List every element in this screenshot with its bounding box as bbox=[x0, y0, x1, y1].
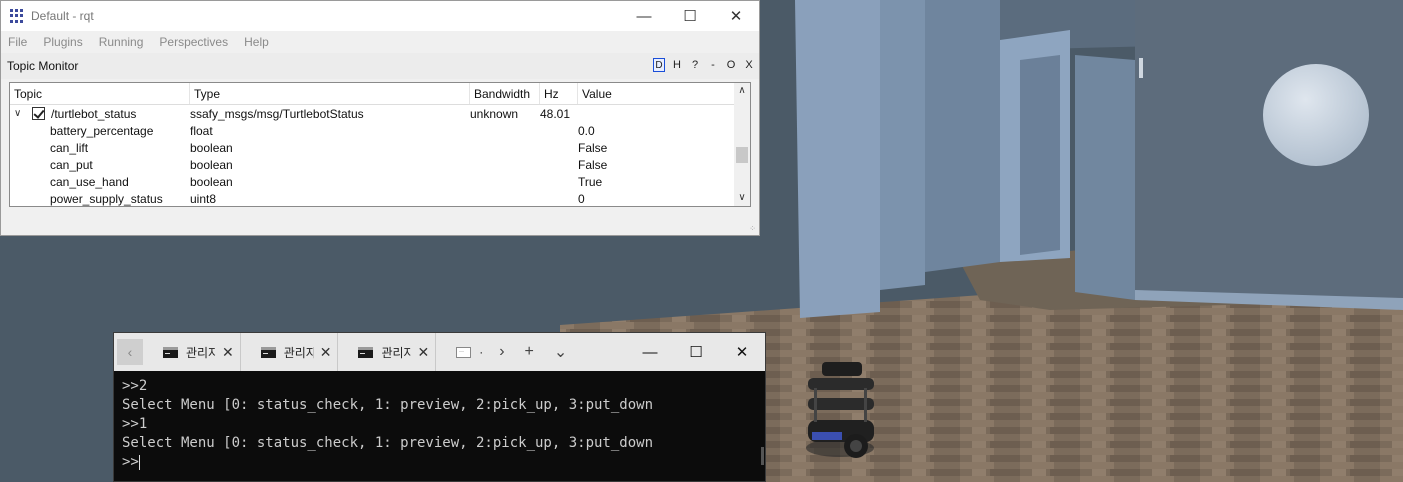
tab-close-icon[interactable]: ✕ bbox=[320, 344, 332, 361]
field-row[interactable]: can_lift boolean False bbox=[10, 139, 750, 156]
menu-perspectives[interactable]: Perspectives bbox=[159, 35, 228, 49]
tab-label: 관리자 bbox=[186, 345, 216, 360]
plugin-settings-button[interactable]: O bbox=[725, 58, 737, 72]
field-name: can_put bbox=[50, 157, 93, 172]
terminal-close-button[interactable]: ✕ bbox=[719, 333, 765, 371]
terminal-line: Select Menu [0: status_check, 1: preview… bbox=[122, 397, 654, 413]
sort-indicator-icon: ⌃ bbox=[96, 82, 104, 89]
terminal-tab[interactable]: 관리자 ✕ bbox=[241, 333, 339, 371]
menu-help[interactable]: Help bbox=[244, 35, 269, 49]
help-button[interactable]: ? bbox=[689, 58, 701, 72]
tab-close-icon[interactable]: ✕ bbox=[222, 344, 234, 361]
terminal-maximize-button[interactable]: ☐ bbox=[673, 333, 719, 371]
field-value: False bbox=[578, 157, 608, 172]
field-row[interactable]: power_supply_status uint8 0 bbox=[10, 190, 750, 206]
field-value: 0 bbox=[578, 191, 585, 206]
cmd-icon bbox=[358, 346, 374, 358]
topic-tree[interactable]: ⌃ Topic Type Bandwidth Hz Value ∨ /turtl… bbox=[9, 82, 751, 207]
field-row[interactable]: battery_percentage float 0.0 bbox=[10, 122, 750, 139]
terminal-tab[interactable]: 관리자 ✕ bbox=[338, 333, 437, 371]
terminal-prompt: >> bbox=[122, 454, 139, 470]
field-type: uint8 bbox=[190, 191, 217, 206]
tab-label: 관리자 bbox=[283, 345, 314, 360]
column-value[interactable]: Value bbox=[578, 83, 718, 104]
topic-bandwidth: unknown bbox=[470, 106, 519, 121]
tab-label: 관리자 bbox=[381, 345, 412, 360]
minimize-button[interactable]: — bbox=[621, 1, 667, 31]
rqt-window: Default - rqt — ☐ ✕ File Plugins Running… bbox=[0, 0, 760, 236]
terminal-tabbar[interactable]: ‹ 관리자 ✕ 관리자 ✕ 관리자 ✕ · › + ⌄ — ☐ ✕ bbox=[114, 333, 765, 371]
close-button[interactable]: ✕ bbox=[713, 1, 759, 31]
rqt-titlebar[interactable]: Default - rqt — ☐ ✕ bbox=[1, 1, 759, 31]
column-type[interactable]: Type bbox=[190, 83, 470, 104]
field-type: boolean bbox=[190, 140, 233, 155]
topic-checkbox[interactable] bbox=[32, 107, 45, 120]
field-value: 0.0 bbox=[578, 123, 595, 138]
topic-hz: 48.01 bbox=[540, 106, 571, 121]
field-type: boolean bbox=[190, 157, 233, 172]
tree-header: ⌃ Topic Type Bandwidth Hz Value bbox=[10, 83, 750, 105]
cmd-icon bbox=[163, 346, 178, 358]
field-name: can_use_hand bbox=[50, 174, 129, 189]
tree-scrollbar[interactable]: ∧ ∨ bbox=[734, 83, 750, 206]
terminal-line: >>1 bbox=[122, 416, 148, 432]
field-value: False bbox=[578, 140, 608, 155]
text-cursor bbox=[138, 454, 140, 470]
new-tab-icon[interactable]: + bbox=[525, 343, 534, 361]
tab-label: · bbox=[479, 345, 484, 359]
field-row[interactable]: can_use_hand boolean True bbox=[10, 173, 750, 190]
terminal-line: Select Menu [0: status_check, 1: preview… bbox=[122, 435, 654, 451]
rqt-app-icon bbox=[10, 9, 24, 23]
cmd-icon bbox=[456, 346, 472, 358]
window-title: Default - rqt bbox=[31, 9, 94, 23]
field-name: battery_percentage bbox=[50, 123, 154, 138]
terminal-tab[interactable]: · bbox=[436, 333, 489, 371]
resize-grip-icon[interactable]: ⁘ bbox=[749, 224, 756, 233]
scroll-up-icon[interactable]: ∧ bbox=[734, 83, 750, 99]
field-name: power_supply_status bbox=[50, 191, 163, 206]
tab-dropdown-icon[interactable]: ⌄ bbox=[554, 342, 567, 362]
cmd-icon bbox=[260, 346, 276, 358]
scroll-thumb[interactable] bbox=[736, 147, 748, 163]
terminal-output[interactable]: >>2 Select Menu [0: status_check, 1: pre… bbox=[114, 371, 765, 478]
field-type: float bbox=[190, 123, 213, 138]
column-hz[interactable]: Hz bbox=[540, 83, 578, 104]
topic-name: /turtlebot_status bbox=[51, 106, 137, 121]
maximize-button[interactable]: ☐ bbox=[667, 1, 713, 31]
terminal-line: >>2 bbox=[122, 378, 148, 394]
menu-running[interactable]: Running bbox=[99, 35, 144, 49]
menu-file[interactable]: File bbox=[8, 35, 27, 49]
terminal-scrollbar[interactable] bbox=[761, 447, 764, 465]
terminal-tab[interactable]: 관리자 ✕ bbox=[143, 333, 241, 371]
tab-scroll-back-icon[interactable]: ‹ bbox=[117, 339, 143, 365]
menu-plugins[interactable]: Plugins bbox=[43, 35, 82, 49]
plugin-title: Topic Monitor bbox=[7, 59, 79, 73]
terminal-window: ‹ 관리자 ✕ 관리자 ✕ 관리자 ✕ · › + ⌄ — ☐ ✕ >>2 Se… bbox=[113, 332, 766, 482]
field-row[interactable]: can_put boolean False bbox=[10, 156, 750, 173]
field-type: boolean bbox=[190, 174, 233, 189]
column-bandwidth[interactable]: Bandwidth bbox=[470, 83, 540, 104]
menubar: File Plugins Running Perspectives Help bbox=[1, 31, 759, 53]
expand-chevron-icon[interactable]: ∨ bbox=[14, 108, 26, 119]
field-value: True bbox=[578, 174, 603, 189]
topic-row[interactable]: ∨ /turtlebot_status ssafy_msgs/msg/Turtl… bbox=[10, 105, 750, 122]
plugin-header: Topic Monitor D H ? - O X bbox=[1, 53, 759, 79]
scroll-down-icon[interactable]: ∨ bbox=[734, 190, 750, 206]
terminal-prompt-line[interactable]: >> bbox=[122, 453, 757, 472]
dock-button[interactable]: D bbox=[653, 58, 665, 72]
field-name: can_lift bbox=[50, 140, 89, 155]
plugin-close-button[interactable]: X bbox=[743, 58, 755, 72]
plugin-minimize-button[interactable]: - bbox=[707, 58, 719, 72]
terminal-minimize-button[interactable]: — bbox=[627, 333, 673, 371]
tab-scroll-forward-icon[interactable]: › bbox=[499, 343, 504, 361]
topic-type: ssafy_msgs/msg/TurtlebotStatus bbox=[190, 106, 364, 121]
hide-title-button[interactable]: H bbox=[671, 58, 683, 72]
tab-close-icon[interactable]: ✕ bbox=[417, 344, 429, 361]
